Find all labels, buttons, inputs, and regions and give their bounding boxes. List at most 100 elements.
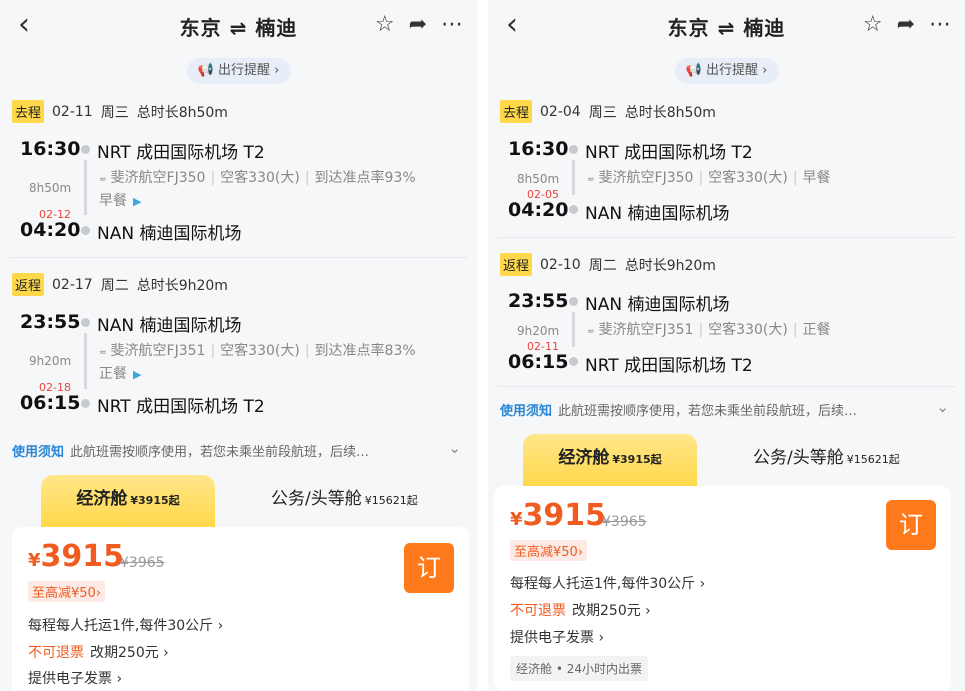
top-actions: ☆ ➦ ⋯ <box>863 12 951 37</box>
timeline-line <box>84 160 87 215</box>
return-flight-info[interactable]: ≈ 斐济航空FJ351 | 空客330(大) | 到达准点率83% 正餐 ▶ <box>99 341 416 385</box>
tab-business-label: 公务/头等舱 <box>271 489 362 509</box>
airline-logo-icon: ≈ <box>587 175 595 185</box>
top-actions: ☆ ➦ ⋯ <box>375 12 463 37</box>
timeline-line <box>572 160 575 195</box>
return-header: 返程 02-17 周二 总时长9h20m <box>12 273 228 296</box>
outbound-arr-time: 04:20 <box>20 219 81 241</box>
divider <box>10 257 467 258</box>
outbound-flight-no: 斐济航空FJ350 <box>598 170 694 186</box>
return-tag: 返程 <box>12 273 45 296</box>
outbound-total: 总时长8h50m <box>136 104 228 121</box>
chevron-down-icon[interactable]: ⌄ <box>936 398 949 416</box>
divider <box>498 237 955 238</box>
outbound-weekday: 周三 <box>100 104 129 121</box>
play-icon: ▶ <box>133 195 142 208</box>
star-icon[interactable]: ☆ <box>863 12 883 37</box>
megaphone-icon: 📢 <box>197 63 214 78</box>
outbound-ontime: 到达准点率93% <box>314 170 416 186</box>
timeline-dot <box>569 357 578 366</box>
fare-price: ¥3915 <box>28 539 125 574</box>
megaphone-icon: 📢 <box>685 63 702 78</box>
notice-text: 此航班需按顺序使用，若您未乘坐前段航班，后续… <box>558 404 858 419</box>
outbound-tag: 去程 <box>500 100 533 123</box>
return-date: 02-17 <box>52 276 93 293</box>
return-total: 总时长9h20m <box>136 277 228 294</box>
screen-divider <box>477 0 488 691</box>
book-button[interactable]: 订 <box>886 500 936 550</box>
cabin-tabs: 经济舱 ¥3915起 公务/头等舱 ¥15621起 <box>488 434 965 486</box>
timeline-dot <box>81 399 90 408</box>
outbound-dep-time: 16:30 <box>20 138 81 160</box>
outbound-flight-no: 斐济航空FJ350 <box>110 170 206 186</box>
travel-reminder-button[interactable]: 📢 出行提醒 › <box>186 58 291 84</box>
tab-business[interactable]: 公务/头等舱 ¥15621起 <box>271 475 418 525</box>
timeline-dot <box>81 145 90 154</box>
outbound-arr-time: 04:20 <box>508 199 569 221</box>
outbound-flight-info[interactable]: ≈ 斐济航空FJ350 | 空客330(大) | 到达准点率93% 早餐 ▶ <box>99 168 416 212</box>
return-dep-airport: NAN 楠迪国际机场 <box>585 295 730 315</box>
return-arr-time: 06:15 <box>508 351 569 373</box>
timeline-line <box>84 333 87 389</box>
timeline-dot <box>569 205 578 214</box>
flight-detail-screen-2: ‹ 东京 ⇌ 楠迪 ☆ ➦ ⋯ 📢 出行提醒 › 去程 02-04 周三 总时长… <box>488 0 965 691</box>
more-icon[interactable]: ⋯ <box>441 12 463 37</box>
return-dep-time: 23:55 <box>508 290 569 312</box>
return-dep-airport: NAN 楠迪国际机场 <box>97 316 242 336</box>
outbound-meal: 早餐 <box>99 193 127 209</box>
original-price: ¥3965 <box>602 514 647 530</box>
tab-economy-label: 经济舱 <box>76 489 128 509</box>
outbound-tag: 去程 <box>12 100 45 123</box>
original-price: ¥3965 <box>120 555 165 571</box>
play-icon: ▶ <box>133 368 142 381</box>
outbound-dep-airport: NRT 成田国际机场 T2 <box>585 143 753 163</box>
tab-business-price: ¥15621起 <box>364 494 418 507</box>
tab-economy-price: ¥3915起 <box>130 494 180 507</box>
reminder-label: 出行提醒 <box>705 63 758 78</box>
discount-badge[interactable]: 至高减¥50› <box>28 581 106 602</box>
star-icon[interactable]: ☆ <box>375 12 395 37</box>
ticketing-chip: 经济舱 • 24小时内出票 <box>510 656 648 681</box>
top-bar: ‹ 东京 ⇌ 楠迪 ☆ ➦ ⋯ <box>0 0 477 52</box>
invoice-rule[interactable]: 提供电子发票 › <box>510 627 604 647</box>
return-arr-airport: NRT 成田国际机场 T2 <box>585 356 753 376</box>
tab-economy[interactable]: 经济舱 ¥3915起 <box>41 475 215 527</box>
return-arr-airport: NRT 成田国际机场 T2 <box>97 397 265 417</box>
chevron-down-icon[interactable]: ⌄ <box>448 439 461 457</box>
outbound-header: 去程 02-11 周三 总时长8h50m <box>12 100 228 123</box>
tab-economy[interactable]: 经济舱 ¥3915起 <box>523 434 697 486</box>
return-aircraft: 空客330(大) <box>220 343 300 359</box>
usage-notice[interactable]: 使用须知 此航班需按顺序使用，若您未乘坐前段航班，后续… ⌄ <box>500 398 955 419</box>
invoice-rule[interactable]: 提供电子发票 › <box>28 668 122 688</box>
discount-badge[interactable]: 至高减¥50› <box>510 540 588 561</box>
outbound-arr-airport: NAN 楠迪国际机场 <box>97 224 242 244</box>
share-icon[interactable]: ➦ <box>409 12 427 37</box>
return-flight-info[interactable]: ≈ 斐济航空FJ351 | 空客330(大) | 正餐 <box>587 320 831 343</box>
return-date: 02-10 <box>540 256 581 273</box>
baggage-rule[interactable]: 每程每人托运1件,每件30公斤 › <box>510 573 705 593</box>
more-icon[interactable]: ⋯ <box>929 12 951 37</box>
outbound-aircraft: 空客330(大) <box>708 170 788 186</box>
travel-reminder-button[interactable]: 📢 出行提醒 › <box>674 58 779 84</box>
return-dep-time: 23:55 <box>20 311 81 333</box>
baggage-rule[interactable]: 每程每人托运1件,每件30公斤 › <box>28 615 223 635</box>
tab-business-label: 公务/头等舱 <box>753 448 844 468</box>
return-ontime: 到达准点率83% <box>314 343 416 359</box>
share-icon[interactable]: ➦ <box>897 12 915 37</box>
outbound-dep-airport: NRT 成田国际机场 T2 <box>97 143 265 163</box>
airline-logo-icon: ≈ <box>99 175 107 185</box>
return-arr-time: 06:15 <box>20 392 81 414</box>
return-header: 返程 02-10 周二 总时长9h20m <box>500 253 716 276</box>
outbound-date: 02-11 <box>52 103 93 120</box>
outbound-flight-info[interactable]: ≈ 斐济航空FJ350 | 空客330(大) | 早餐 <box>587 168 831 191</box>
refund-rule[interactable]: 不可退票 改期250元 › <box>28 642 169 662</box>
refund-rule[interactable]: 不可退票 改期250元 › <box>510 600 651 620</box>
usage-notice[interactable]: 使用须知 此航班需按顺序使用，若您未乘坐前段航班，后续… ⌄ <box>12 439 467 460</box>
tab-business[interactable]: 公务/头等舱 ¥15621起 <box>753 434 900 484</box>
fare-card: ¥3915 ¥3965 至高减¥50› 订 每程每人托运1件,每件30公斤 › … <box>12 527 469 691</box>
notice-text: 此航班需按顺序使用，若您未乘坐前段航班，后续… <box>70 445 370 460</box>
airline-logo-icon: ≈ <box>587 327 595 337</box>
timeline-line <box>572 312 575 347</box>
book-button[interactable]: 订 <box>404 543 454 593</box>
outbound-aircraft: 空客330(大) <box>220 170 300 186</box>
